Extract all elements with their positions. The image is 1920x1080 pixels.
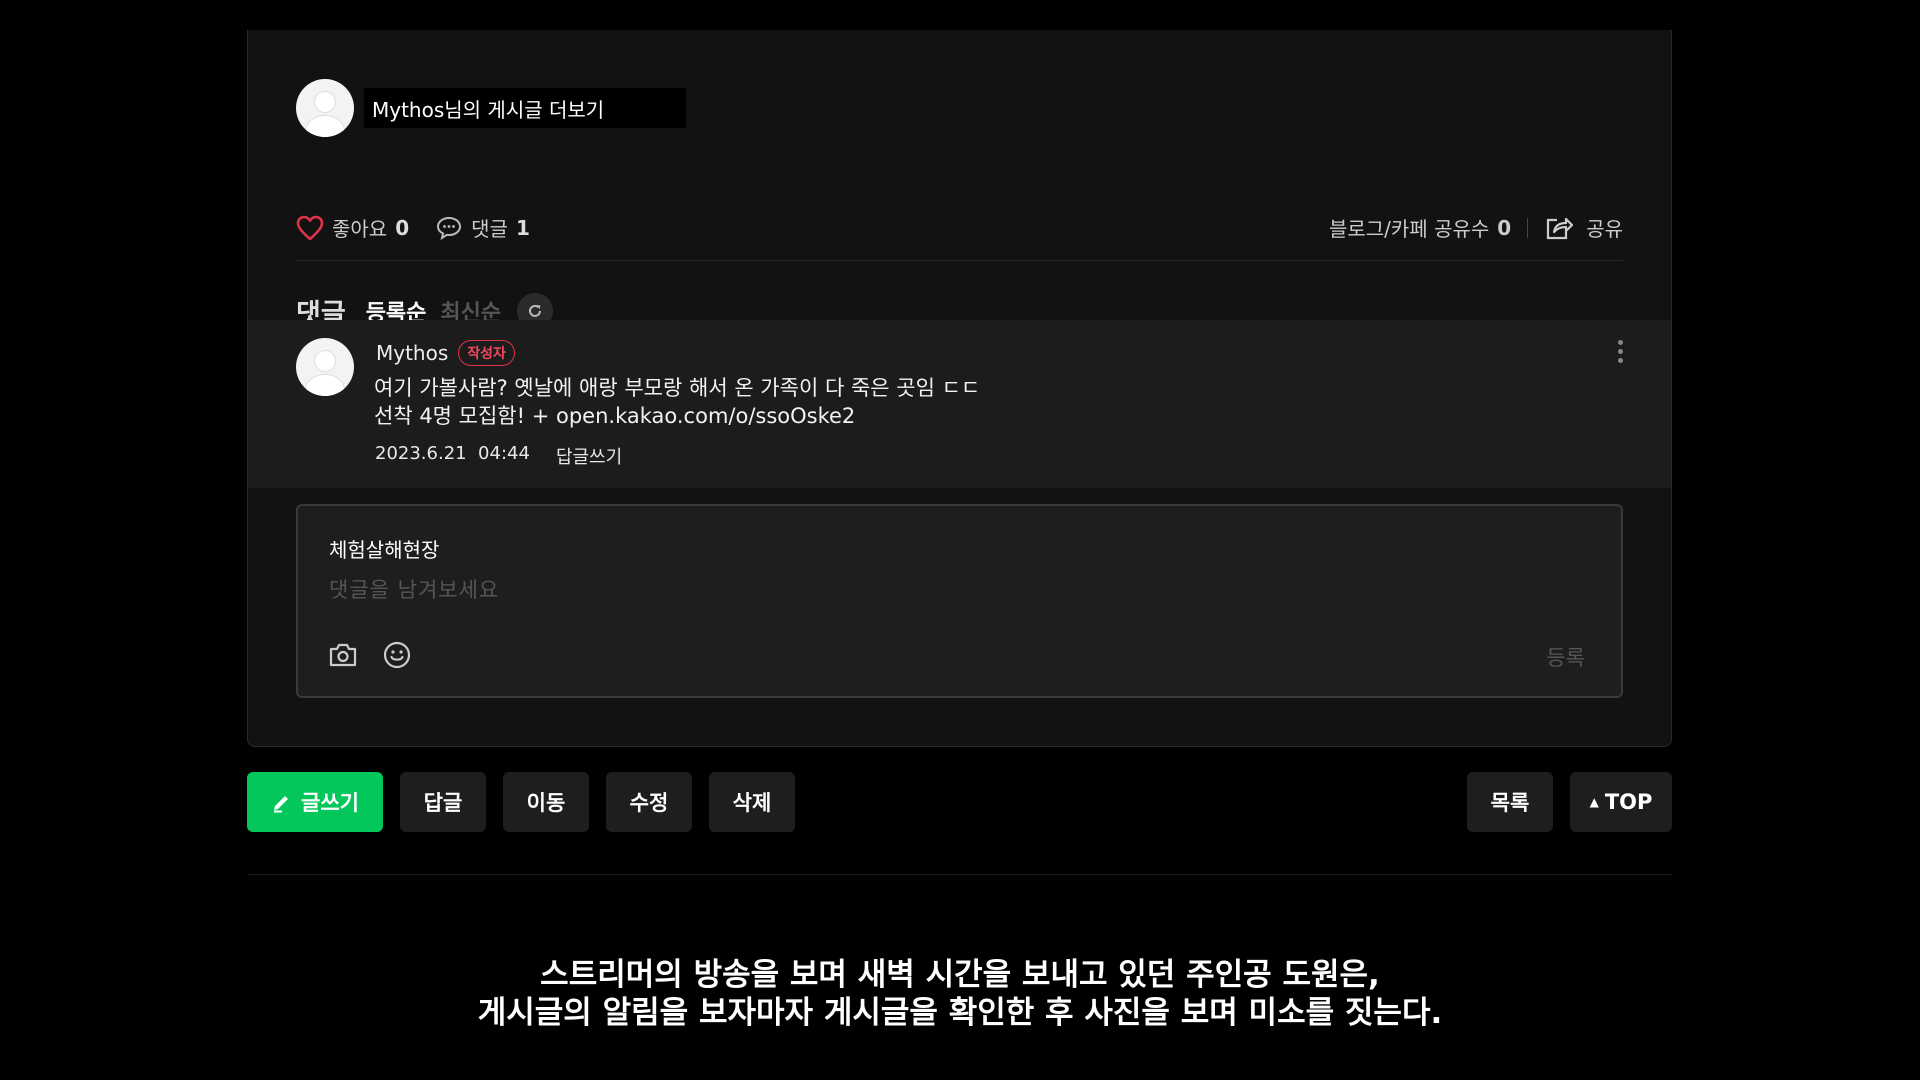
author-avatar[interactable]: [296, 79, 354, 137]
video-subtitle: 스트리머의 방송을 보며 새벽 시간을 보내고 있던 주인공 도원은, 게시글의…: [0, 956, 1920, 1032]
caret-up-icon: ▲: [1589, 795, 1599, 809]
write-label: 글쓰기: [301, 791, 359, 815]
top-button[interactable]: ▲ TOP: [1570, 772, 1672, 832]
post-stats-bar: 좋아요 0 댓글 1 블로그/카페 공유수 0 공유: [296, 195, 1623, 261]
comment-meta: 2023.6.21 04:44 답글쓰기: [375, 443, 622, 469]
camera-icon: [329, 643, 357, 667]
comment-count: 1: [515, 215, 530, 240]
share-button[interactable]: 공유: [1544, 213, 1623, 242]
move-button[interactable]: 이동: [503, 772, 589, 832]
comment-label: 댓글: [471, 217, 508, 241]
comment-text: 여기 가볼사람? 옛날에 애랑 부모랑 해서 온 가족이 다 죽은 곳임 ㄷㄷ …: [374, 374, 980, 430]
delete-button[interactable]: 삭제: [709, 772, 795, 832]
list-button[interactable]: 목록: [1467, 772, 1553, 832]
footer-divider: [247, 874, 1672, 875]
post-panel: Mythos님의 게시글 더보기 좋아요 0 댓글 1 블로그/카페 공유수 0: [247, 30, 1672, 747]
heart-icon: [296, 215, 324, 240]
commenter-avatar[interactable]: [296, 338, 354, 396]
refresh-icon: [529, 304, 542, 317]
write-button[interactable]: 글쓰기: [247, 772, 383, 832]
share-count-label: 블로그/카페 공유수: [1328, 217, 1490, 241]
comment-line-2[interactable]: 선착 4명 모집함! + open.kakao.com/o/ssoOske2: [374, 402, 980, 430]
share-label: 공유: [1586, 217, 1623, 241]
share-icon: [1547, 217, 1574, 239]
editor-nickname: 체험살해현장: [329, 538, 440, 562]
comment-item: Mythos 작성자 여기 가볼사람? 옛날에 애랑 부모랑 해서 온 가족이 …: [248, 320, 1671, 488]
divider: [1527, 217, 1529, 238]
top-label: TOP: [1604, 790, 1653, 814]
comment-date: 2023.6.21 04:44: [375, 443, 530, 464]
reply-button[interactable]: 답글: [400, 772, 486, 832]
camera-button[interactable]: [328, 642, 358, 668]
subtitle-line-2: 게시글의 알림을 보자마자 게시글을 확인한 후 사진을 보며 미소를 짓는다.: [477, 995, 1443, 1031]
speech-bubble-icon: [437, 216, 462, 240]
writer-badge: 작성자: [458, 340, 515, 366]
emoticon-button[interactable]: [382, 640, 412, 670]
pencil-icon: [274, 796, 289, 813]
submit-comment-button[interactable]: 등록: [1546, 642, 1585, 672]
reply-link[interactable]: 답글쓰기: [556, 443, 622, 469]
like-label: 좋아요: [332, 217, 388, 241]
more-posts-link[interactable]: Mythos님의 게시글 더보기: [364, 88, 686, 128]
editor-tools: [328, 640, 436, 670]
kebab-menu-icon[interactable]: [1617, 340, 1623, 367]
author-row: Mythos님의 게시글 더보기: [296, 78, 686, 138]
blog-cafe-share-count: 블로그/카페 공유수 0: [1329, 213, 1511, 242]
comment-author[interactable]: Mythos: [376, 341, 448, 365]
like-count: 0: [395, 215, 410, 240]
smiley-icon: [383, 641, 411, 669]
comment-count-button[interactable]: 댓글 1: [435, 213, 530, 242]
comment-author-row: Mythos 작성자: [376, 340, 515, 366]
share-count-value: 0: [1497, 215, 1512, 240]
comment-editor: 체험살해현장 등록: [296, 504, 1623, 698]
comment-input[interactable]: [329, 572, 1229, 608]
action-buttons: 글쓰기 답글 이동 수정 삭제 목록 ▲ TOP: [247, 772, 1672, 832]
like-button[interactable]: 좋아요 0: [296, 213, 409, 242]
subtitle-line-1: 스트리머의 방송을 보며 새벽 시간을 보내고 있던 주인공 도원은,: [540, 957, 1380, 993]
comment-line-1: 여기 가볼사람? 옛날에 애랑 부모랑 해서 온 가족이 다 죽은 곳임 ㄷㄷ: [374, 376, 981, 400]
edit-button[interactable]: 수정: [606, 772, 692, 832]
